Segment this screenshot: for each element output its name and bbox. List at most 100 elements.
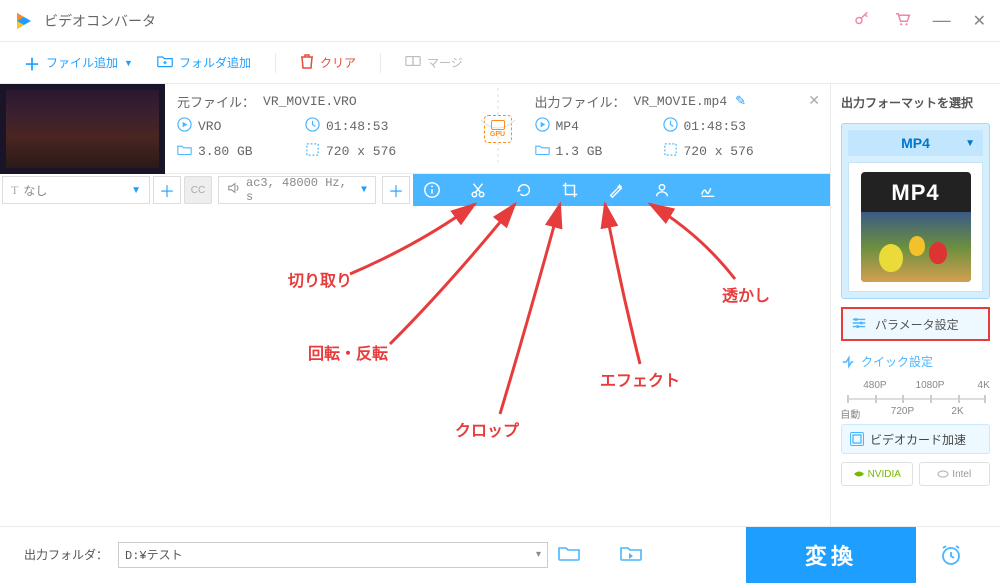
app-logo-icon: [14, 11, 34, 31]
chevron-down-icon: ▼: [361, 185, 367, 196]
annotation-effect: エフェクト: [600, 367, 680, 391]
separator: [275, 53, 276, 73]
res-4k: 4K: [978, 380, 990, 391]
trash-icon: [300, 53, 314, 72]
edit-filename-icon[interactable]: ✎: [735, 94, 746, 109]
format-dropdown[interactable]: MP4 ▼: [848, 130, 983, 156]
convert-button[interactable]: 変換: [746, 527, 916, 583]
add-file-label: ファイル追加: [46, 54, 118, 71]
audio-track-select[interactable]: ac3, 48000 Hz, s ▼: [218, 176, 376, 204]
plus-icon: ＋: [24, 51, 40, 75]
res-auto: 自動: [840, 406, 860, 421]
subtitle-value: なし: [23, 182, 47, 199]
file-row: 元ファイル： VR_MOVIE.VRO VRO 01:48:53 3.80 GB…: [0, 84, 830, 174]
play-icon: [535, 117, 550, 136]
effect-icon[interactable]: [607, 181, 625, 199]
param-label: パラメータ設定: [875, 316, 959, 333]
info-icon[interactable]: [423, 181, 441, 199]
folder-icon: [177, 143, 192, 160]
crop-icon[interactable]: [561, 181, 579, 199]
chevron-down-icon: ▾: [536, 549, 541, 561]
output-format: MP4: [556, 119, 579, 134]
cc-icon[interactable]: CC: [184, 176, 212, 204]
parameter-settings-button[interactable]: パラメータ設定: [841, 307, 990, 341]
add-folder-button[interactable]: フォルダ追加: [157, 54, 251, 71]
add-subtitle-button[interactable]: ＋: [153, 176, 181, 204]
vendor-intel: Intel: [919, 462, 991, 486]
dimensions-icon: [663, 142, 678, 161]
annotation-watermark: 透かし: [722, 282, 770, 306]
video-thumbnail[interactable]: [0, 84, 165, 174]
chevron-down-icon: ▼: [124, 58, 133, 68]
quick-label: クイック設定: [861, 353, 933, 370]
chip-icon: [850, 432, 864, 446]
watermark-icon[interactable]: [653, 181, 671, 199]
bottom-bar: 出力フォルダ： D:¥テスト ▾ 変換: [0, 526, 1000, 582]
open-folder-icon[interactable]: [620, 544, 642, 565]
source-resolution: 720 x 576: [326, 144, 396, 159]
cut-icon[interactable]: [469, 181, 487, 199]
output-size: 1.3 GB: [556, 144, 603, 159]
res-1080p: 1080P: [916, 380, 945, 391]
output-path: D:¥テスト: [125, 546, 183, 563]
key-icon[interactable]: [853, 10, 871, 31]
annotation-crop: クロップ: [455, 417, 519, 441]
output-file-label: 出力ファイル：: [535, 92, 626, 111]
chevron-down-icon: ▼: [965, 138, 975, 149]
alarm-icon[interactable]: [926, 543, 976, 567]
output-file-name: VR_MOVIE.mp4: [634, 94, 728, 109]
subtitle-icon: T: [11, 183, 18, 198]
clock-icon: [663, 117, 678, 136]
format-preview[interactable]: MP4: [848, 162, 983, 292]
cart-icon[interactable]: [893, 10, 911, 31]
res-480p: 480P: [863, 380, 886, 391]
source-duration: 01:48:53: [326, 119, 388, 134]
annotation-rotate: 回転・反転: [308, 340, 388, 364]
output-duration: 01:48:53: [684, 119, 746, 134]
format-value: MP4: [901, 135, 930, 151]
clear-button[interactable]: クリア: [300, 53, 356, 72]
output-info: 出力ファイル： VR_MOVIE.mp4 ✎ MP4 01:48:53 1.3 …: [523, 84, 831, 173]
res-2k: 2K: [951, 406, 963, 417]
source-file-name: VR_MOVIE.VRO: [263, 94, 357, 109]
merge-label: マージ: [427, 54, 463, 71]
resolution-slider[interactable]: 480P 1080P 4K 自動 720P 2K: [843, 382, 988, 416]
sign-icon[interactable]: [699, 181, 717, 199]
merge-button[interactable]: マージ: [405, 54, 463, 71]
clock-icon: [305, 117, 320, 136]
remove-file-icon[interactable]: ✕: [808, 92, 820, 109]
separator: [380, 53, 381, 73]
minimize-icon[interactable]: —: [933, 10, 951, 31]
dimensions-icon: [305, 142, 320, 161]
output-folder-label: 出力フォルダ：: [24, 546, 108, 563]
main-toolbar: ＋ ファイル追加 ▼ フォルダ追加 クリア マージ: [0, 42, 1000, 84]
folder-plus-icon: [157, 54, 173, 71]
rotate-icon[interactable]: [515, 181, 533, 199]
quick-settings-title: クイック設定: [841, 353, 990, 370]
add-folder-label: フォルダ追加: [179, 54, 251, 71]
output-sidebar: 出力フォーマットを選択 MP4▼ MP4 パラメータ設定 クイック設定 480P…: [830, 84, 1000, 526]
add-audio-button[interactable]: ＋: [382, 176, 410, 204]
convert-label: 変換: [805, 539, 857, 571]
source-file-label: 元ファイル：: [177, 92, 255, 111]
browse-folder-icon[interactable]: [558, 544, 580, 565]
nvidia-label: NVIDIA: [868, 469, 901, 480]
intel-label: Intel: [952, 469, 971, 480]
folder-icon: [535, 143, 550, 160]
speaker-icon: [227, 181, 241, 199]
subtitle-select[interactable]: T なし ▼: [2, 176, 150, 204]
output-folder-input[interactable]: D:¥テスト ▾: [118, 542, 548, 568]
audio-value: ac3, 48000 Hz, s: [246, 176, 361, 204]
output-resolution: 720 x 576: [684, 144, 754, 159]
annotation-cut: 切り取り: [288, 267, 352, 291]
add-file-button[interactable]: ＋ ファイル追加 ▼: [24, 51, 133, 75]
conversion-divider: GPU: [473, 84, 523, 173]
gpu-accel-toggle[interactable]: ビデオカード加速: [841, 424, 990, 454]
res-720p: 720P: [891, 406, 914, 417]
play-icon: [177, 117, 192, 136]
vendor-nvidia: NVIDIA: [841, 462, 913, 486]
edit-toolstrip: T なし ▼ ＋ CC ac3, 48000 Hz, s ▼ ＋: [0, 174, 830, 206]
merge-icon: [405, 54, 421, 71]
close-icon[interactable]: ✕: [973, 11, 986, 31]
format-panel: MP4 ▼ MP4: [841, 123, 990, 299]
